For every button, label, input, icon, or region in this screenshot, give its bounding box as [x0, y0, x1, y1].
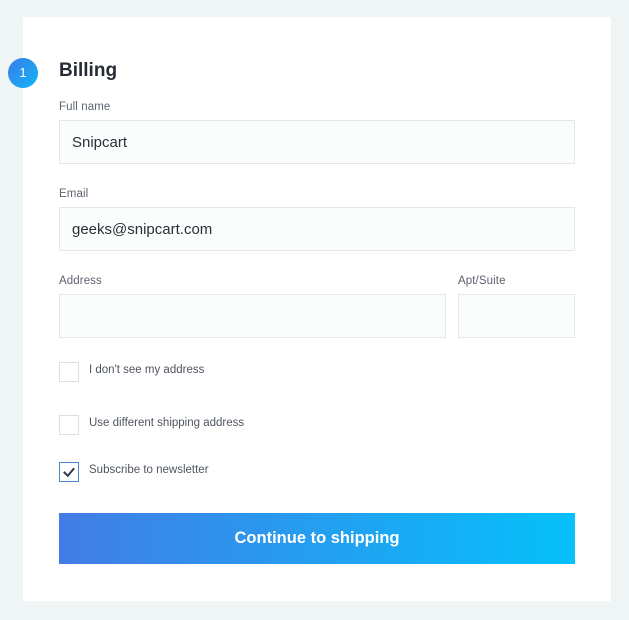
address-input[interactable]: [59, 294, 446, 338]
continue-to-shipping-button[interactable]: Continue to shipping: [59, 513, 575, 564]
full-name-label: Full name: [59, 101, 111, 113]
address-not-found-label: I don't see my address: [89, 364, 205, 376]
full-name-input[interactable]: [59, 120, 575, 164]
step-number-badge: 1: [8, 58, 38, 88]
different-shipping-checkbox[interactable]: [59, 415, 79, 435]
newsletter-checkbox[interactable]: [59, 462, 79, 482]
section-title: Billing: [59, 60, 118, 81]
email-input[interactable]: [59, 207, 575, 251]
email-label: Email: [59, 188, 89, 200]
apt-suite-input[interactable]: [458, 294, 575, 338]
checkmark-icon: [63, 467, 75, 478]
apt-suite-label: Apt/Suite: [458, 275, 506, 287]
billing-card: 1 Billing Full name Email Address Apt/Su…: [8, 17, 611, 601]
newsletter-label: Subscribe to newsletter: [89, 464, 209, 476]
different-shipping-label: Use different shipping address: [89, 417, 245, 429]
address-label: Address: [59, 275, 102, 287]
address-not-found-checkbox[interactable]: [59, 362, 79, 382]
